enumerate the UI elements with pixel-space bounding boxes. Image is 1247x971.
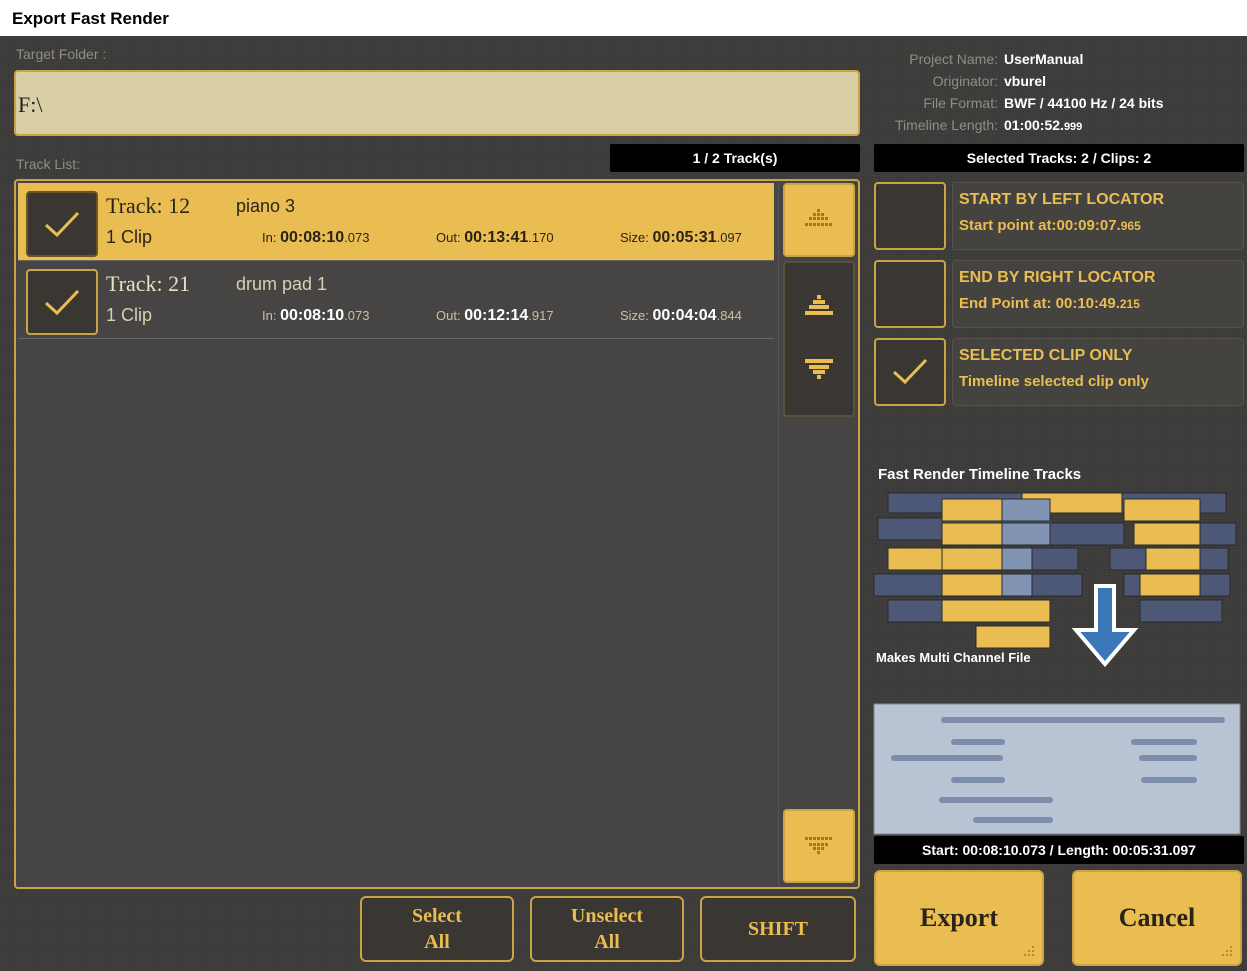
scroll-to-bottom-icon	[805, 837, 832, 854]
track-name: Track: 21	[106, 271, 191, 296]
track-list-label: Track List:	[16, 156, 81, 172]
track-row[interactable]: Track: 21 drum pad 1 1 Clip In: 00:08:10…	[18, 261, 774, 339]
scroll-up-icon[interactable]	[785, 273, 853, 343]
option-end-right-locator[interactable]: END BY RIGHT LOCATOR End Point at: 00:10:…	[874, 260, 1244, 332]
option-title: START BY LEFT LOCATOR	[959, 191, 1165, 208]
selection-summary: Selected Tracks: 2 / Clips: 2	[874, 144, 1244, 172]
resize-grip-icon	[1024, 946, 1034, 956]
file-format-label: File Format:	[923, 95, 998, 111]
track-out: Out: 00:12:14.917	[436, 307, 554, 324]
project-info: Project Name: UserManual Originator: vbure…	[866, 48, 1246, 138]
scroll-to-top-icon	[805, 209, 832, 226]
fast-render-illustration	[873, 492, 1241, 835]
resize-grip-icon	[1222, 946, 1232, 956]
track-in: In: 00:08:10.073	[262, 307, 370, 324]
window-title: Export Fast Render	[0, 0, 1247, 36]
originator-value: vburel	[1004, 73, 1047, 89]
export-dialog: Target Folder : F:\ Project Name: UserMan…	[0, 36, 1247, 971]
export-button[interactable]: Export	[874, 870, 1044, 966]
unselect-all-button[interactable]: Unselect All	[530, 896, 684, 962]
scroll-controls	[778, 181, 858, 887]
track-out: Out: 00:13:41.170	[436, 229, 554, 246]
range-summary: Start: 00:08:10.073 / Length: 00:05:31.0…	[874, 836, 1244, 864]
track-checkbox[interactable]	[26, 191, 98, 257]
project-name-label: Project Name:	[909, 51, 998, 67]
track-name: Track: 12	[106, 193, 191, 218]
track-checkbox[interactable]	[26, 269, 98, 335]
track-list: Track: 12 piano 3 1 Clip In: 00:08:10.07…	[14, 179, 860, 889]
scroll-down-icon[interactable]	[785, 339, 853, 409]
track-description: drum pad 1	[236, 274, 328, 294]
track-clip-count: 1 Clip	[106, 227, 153, 247]
selected-clip-checkbox[interactable]	[874, 338, 946, 406]
target-folder-input[interactable]: F:\	[14, 70, 860, 136]
select-all-button[interactable]: Select All	[360, 896, 514, 962]
option-title: SELECTED CLIP ONLY	[959, 347, 1133, 364]
timeline-length-label: Timeline Length:	[895, 117, 998, 133]
track-in: In: 00:08:10.073	[262, 229, 370, 246]
option-selected-clip-only[interactable]: SELECTED CLIP ONLY Timeline selected clip…	[874, 338, 1244, 410]
check-icon	[44, 289, 80, 316]
originator-label: Originator:	[932, 73, 998, 89]
option-subtitle: Timeline selected clip only	[959, 373, 1149, 390]
timeline-length-value: 01:00:52.999	[1004, 117, 1083, 133]
track-row[interactable]: Track: 12 piano 3 1 Clip In: 00:08:10.07…	[18, 183, 774, 261]
track-size: Size: 00:04:04.844	[620, 307, 742, 324]
cancel-button[interactable]: Cancel	[1072, 870, 1242, 966]
scroll-bottom-button[interactable]	[783, 809, 855, 883]
option-start-left-locator[interactable]: START BY LEFT LOCATOR Start point at:00:0…	[874, 182, 1244, 254]
end-locator-checkbox[interactable]	[874, 260, 946, 328]
start-locator-checkbox[interactable]	[874, 182, 946, 250]
check-icon	[892, 358, 928, 385]
check-icon	[44, 211, 80, 238]
target-folder-label: Target Folder :	[16, 46, 107, 62]
track-count: 1 / 2 Track(s)	[610, 144, 860, 172]
scroll-pad	[783, 261, 855, 417]
track-description: piano 3	[236, 196, 296, 216]
option-subtitle: End Point at: 00:10:49.215	[959, 295, 1140, 312]
option-title: END BY RIGHT LOCATOR	[959, 269, 1156, 286]
illustration-title: Fast Render Timeline Tracks	[878, 466, 1082, 483]
track-clip-count: 1 Clip	[106, 305, 153, 325]
project-name-value: UserManual	[1004, 51, 1084, 67]
scroll-top-button[interactable]	[783, 183, 855, 257]
illustration-caption: Makes Multi Channel File	[876, 650, 1031, 665]
option-subtitle: Start point at:00:09:07.965	[959, 217, 1141, 234]
track-size: Size: 00:05:31.097	[620, 229, 742, 246]
shift-button[interactable]: SHIFT	[700, 896, 856, 962]
file-format-value: BWF / 44100 Hz / 24 bits	[1004, 95, 1164, 111]
